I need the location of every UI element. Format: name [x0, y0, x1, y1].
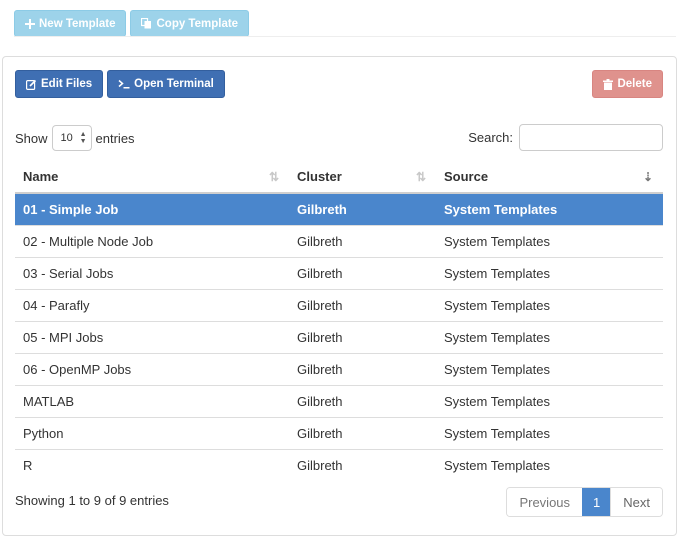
page-1-button[interactable]: 1	[582, 488, 611, 516]
cell-name: 06 - OpenMP Jobs	[15, 352, 289, 385]
trash-icon	[603, 78, 614, 90]
entries-label: entries	[95, 130, 135, 146]
cell-source: System Templates	[436, 224, 663, 257]
table-row[interactable]: 01 - Simple Job Gilbreth System Template…	[15, 192, 663, 225]
cell-name: 04 - Parafly	[15, 288, 289, 321]
cell-name: 05 - MPI Jobs	[15, 320, 289, 353]
column-header-name[interactable]: Name ⇅	[15, 161, 289, 194]
templates-table: Name ⇅ Cluster ⇅ Source ⇣ 01 - Simple Jo…	[15, 161, 663, 481]
cell-cluster: Gilbreth	[289, 256, 436, 289]
cell-name: 03 - Serial Jobs	[15, 256, 289, 289]
table-row[interactable]: 06 - OpenMP Jobs Gilbreth System Templat…	[15, 352, 663, 385]
previous-page-button[interactable]: Previous	[507, 488, 583, 516]
cell-name: Python	[15, 416, 289, 449]
copy-icon	[141, 18, 152, 29]
cell-source: System Templates	[436, 384, 663, 417]
cell-cluster: Gilbreth	[289, 224, 436, 257]
table-row[interactable]: 04 - Parafly Gilbreth System Templates	[15, 288, 663, 321]
template-toolbar: New Template Copy Template	[14, 10, 250, 37]
table-info: Showing 1 to 9 of 9 entries	[15, 493, 169, 508]
column-name-label: Name	[23, 169, 59, 184]
sort-desc-icon: ⇣	[642, 170, 653, 184]
pagination: Previous 1 Next	[506, 487, 663, 517]
cell-source: System Templates	[436, 256, 663, 289]
cell-source: System Templates	[436, 416, 663, 449]
table-row[interactable]: 03 - Serial Jobs Gilbreth System Templat…	[15, 256, 663, 289]
edit-files-button[interactable]: Edit Files	[15, 70, 104, 98]
table-row[interactable]: R Gilbreth System Templates	[15, 448, 663, 481]
template-actions: Edit Files Open Terminal	[15, 70, 225, 98]
divider	[14, 36, 676, 37]
table-row[interactable]: Python Gilbreth System Templates	[15, 416, 663, 449]
search-label: Search:	[468, 130, 513, 145]
search-control: Search:	[468, 124, 663, 151]
copy-template-button[interactable]: Copy Template	[130, 10, 250, 37]
cell-source: System Templates	[436, 320, 663, 353]
open-terminal-label: Open Terminal	[134, 78, 214, 90]
cell-source: System Templates	[436, 448, 663, 481]
cell-name: 02 - Multiple Node Job	[15, 224, 289, 257]
search-input[interactable]	[519, 124, 663, 151]
column-header-source[interactable]: Source ⇣	[436, 161, 663, 194]
sort-icon: ⇅	[415, 170, 426, 184]
table-row[interactable]: 05 - MPI Jobs Gilbreth System Templates	[15, 320, 663, 353]
templates-panel: Edit Files Open Terminal Delete Show 10 …	[2, 56, 677, 536]
sort-icon: ⇅	[268, 170, 279, 184]
cell-name: R	[15, 448, 289, 481]
cell-cluster: Gilbreth	[289, 352, 436, 385]
terminal-icon	[118, 79, 130, 89]
column-source-label: Source	[444, 169, 489, 184]
delete-wrap: Delete	[592, 70, 663, 98]
copy-template-label: Copy Template	[156, 17, 239, 30]
cell-source: System Templates	[436, 288, 663, 321]
new-template-button[interactable]: New Template	[14, 10, 127, 37]
cell-name: 01 - Simple Job	[15, 192, 289, 225]
column-cluster-label: Cluster	[297, 169, 342, 184]
table-header-row: Name ⇅ Cluster ⇅ Source ⇣	[15, 161, 663, 194]
table-row[interactable]: 02 - Multiple Node Job Gilbreth System T…	[15, 224, 663, 257]
column-header-cluster[interactable]: Cluster ⇅	[289, 161, 436, 194]
cell-name: MATLAB	[15, 384, 289, 417]
cell-cluster: Gilbreth	[289, 320, 436, 353]
edit-files-label: Edit Files	[41, 78, 93, 90]
page-length-value: 10	[60, 132, 73, 144]
cell-cluster: Gilbreth	[289, 288, 436, 321]
next-page-button[interactable]: Next	[610, 488, 662, 516]
select-arrows-icon: ▲ ▼	[79, 131, 87, 145]
page-length-control: Show 10 ▲ ▼ entries	[15, 125, 135, 151]
delete-button[interactable]: Delete	[592, 70, 663, 98]
table-row[interactable]: MATLAB Gilbreth System Templates	[15, 384, 663, 417]
new-template-label: New Template	[39, 17, 116, 30]
show-label: Show	[15, 130, 48, 146]
cell-cluster: Gilbreth	[289, 384, 436, 417]
open-terminal-button[interactable]: Open Terminal	[107, 70, 225, 98]
cell-cluster: Gilbreth	[289, 416, 436, 449]
cell-source: System Templates	[436, 192, 663, 225]
cell-source: System Templates	[436, 352, 663, 385]
cell-cluster: Gilbreth	[289, 448, 436, 481]
cell-cluster: Gilbreth	[289, 192, 436, 225]
delete-label: Delete	[617, 78, 652, 90]
edit-icon	[26, 79, 37, 90]
plus-icon	[25, 18, 35, 29]
page-length-select[interactable]: 10 ▲ ▼	[51, 125, 92, 151]
